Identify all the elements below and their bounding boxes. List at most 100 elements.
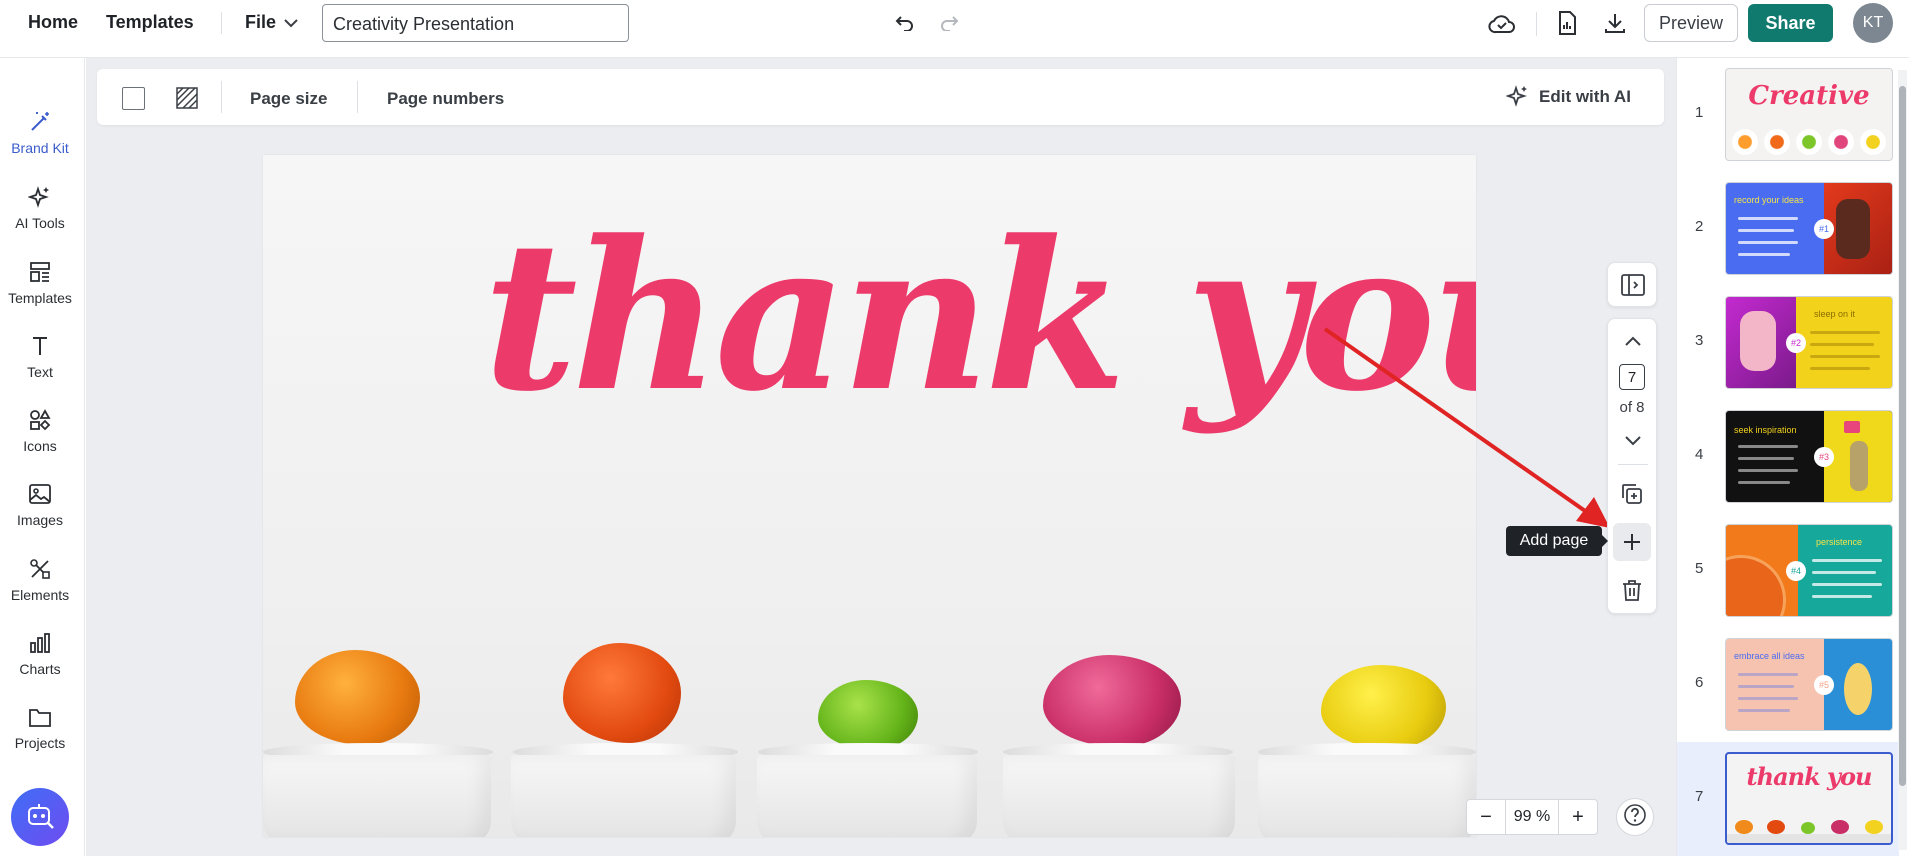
- thumbnail-number: 2: [1695, 218, 1704, 235]
- sidebar-item-label: Icons: [23, 438, 57, 454]
- edit-with-ai-button[interactable]: Edit with AI: [1539, 87, 1631, 107]
- text-icon: [28, 334, 52, 358]
- thumbnail-image: record your ideas #1: [1725, 182, 1893, 275]
- sidebar-item-label: Templates: [8, 290, 72, 306]
- thumbnail-badge: #4: [1786, 561, 1806, 581]
- orange-cactus: [295, 650, 420, 745]
- red-cactus: [563, 643, 681, 743]
- ai-assistant-button[interactable]: [11, 788, 69, 846]
- chevron-up-icon[interactable]: [1625, 333, 1641, 351]
- templates-link[interactable]: Templates: [106, 12, 194, 32]
- sidebar-item-label: Brand Kit: [11, 140, 69, 156]
- green-cactus: [818, 680, 918, 750]
- folder-icon: [28, 705, 52, 729]
- template-icon: [28, 260, 52, 284]
- scrollbar-thumb[interactable]: [1899, 86, 1906, 786]
- page-total-label: of 8: [1619, 399, 1645, 416]
- current-page-number[interactable]: 7: [1619, 364, 1645, 390]
- yellow-cactus: [1321, 665, 1446, 749]
- thumbnail-image: embrace all ideas #5: [1725, 638, 1893, 731]
- sidebar-item-brand-kit[interactable]: Brand Kit: [0, 110, 80, 156]
- thumbnail-text: thank you: [1746, 762, 1873, 791]
- sidebar-item-images[interactable]: Images: [0, 482, 80, 528]
- thumbnail-text: Creative: [1748, 81, 1870, 111]
- page-size-button[interactable]: Page size: [250, 89, 328, 109]
- divider: [357, 81, 358, 113]
- page-thumbnail-2[interactable]: 2 record your ideas #1: [1677, 172, 1899, 286]
- thumbnail-image: seek inspiration #3: [1725, 410, 1893, 503]
- thumbnail-number: 6: [1695, 674, 1704, 691]
- panel-toggle-icon: [1621, 274, 1645, 301]
- page-thumbnail-4[interactable]: 4 seek inspiration #3: [1677, 400, 1899, 514]
- file-stats-icon[interactable]: [1555, 10, 1579, 36]
- sparkles-icon: [27, 185, 52, 209]
- thumbnail-image: Creative: [1725, 68, 1893, 161]
- redo-icon[interactable]: [937, 11, 961, 35]
- thumbnail-badge: #2: [1786, 333, 1806, 353]
- toggle-panel-button[interactable]: [1607, 262, 1657, 307]
- preview-button[interactable]: Preview: [1644, 4, 1738, 42]
- help-button[interactable]: [1616, 798, 1654, 836]
- document-title-input[interactable]: Creativity Presentation: [322, 4, 629, 42]
- zoom-in-button[interactable]: +: [1559, 800, 1597, 834]
- chevron-down-icon[interactable]: [1625, 433, 1641, 451]
- chevron-down-icon[interactable]: [281, 13, 301, 33]
- page-thumbnail-5[interactable]: 5 persistence #4: [1677, 514, 1899, 628]
- sidebar-item-text[interactable]: Text: [0, 334, 80, 380]
- page-thumbnails-panel: 1 Creative 2 record your ideas #1 3 slee…: [1676, 58, 1909, 856]
- duplicate-page-icon[interactable]: [1621, 483, 1643, 510]
- white-pot: [1003, 755, 1235, 837]
- white-pot: [1258, 755, 1476, 837]
- zoom-value[interactable]: 99 %: [1505, 800, 1559, 834]
- trash-icon[interactable]: [1622, 579, 1642, 606]
- avatar[interactable]: KT: [1853, 3, 1893, 43]
- page-toolbar: Page size Page numbers Edit with AI: [97, 69, 1664, 125]
- sidebar-item-icons[interactable]: Icons: [0, 408, 80, 454]
- thumbnail-image: persistence #4: [1725, 524, 1893, 617]
- sidebar-item-templates[interactable]: Templates: [0, 260, 80, 306]
- page-thumbnail-1[interactable]: 1 Creative: [1677, 58, 1899, 172]
- image-icon: [28, 482, 52, 506]
- sidebar-item-elements[interactable]: Elements: [0, 557, 80, 603]
- sidebar-item-label: Elements: [10, 587, 70, 603]
- thumbnail-number: 3: [1695, 332, 1704, 349]
- page-thumbnail-6[interactable]: 6 embrace all ideas #5: [1677, 628, 1899, 742]
- sidebar-item-label: Projects: [14, 735, 66, 751]
- annotation-arrow: [1323, 327, 1610, 528]
- sidebar-item-ai-tools[interactable]: AI Tools: [0, 185, 80, 231]
- sidebar-item-charts[interactable]: Charts: [0, 631, 80, 677]
- page-thumbnail-3[interactable]: 3 sleep on it #2: [1677, 286, 1899, 400]
- page-numbers-button[interactable]: Page numbers: [387, 89, 504, 109]
- sparkles-icon: [1505, 84, 1530, 108]
- divider: [1618, 464, 1648, 465]
- thumbnail-text: persistence: [1816, 537, 1863, 547]
- download-icon[interactable]: [1602, 10, 1628, 36]
- zoom-out-button[interactable]: −: [1467, 800, 1505, 834]
- file-menu[interactable]: File: [245, 12, 276, 32]
- pattern-icon[interactable]: [175, 86, 199, 110]
- thumbnail-text: record your ideas: [1734, 195, 1804, 205]
- undo-icon[interactable]: [893, 11, 917, 35]
- cloud-save-icon[interactable]: [1488, 10, 1516, 36]
- white-pot: [511, 755, 736, 837]
- background-color-swatch[interactable]: [122, 87, 145, 110]
- divider: [1536, 12, 1537, 36]
- plus-icon: [1623, 533, 1641, 556]
- sidebar-item-projects[interactable]: Projects: [0, 705, 80, 751]
- thumbnail-number: 4: [1695, 446, 1704, 463]
- slide-canvas[interactable]: thank you: [263, 155, 1476, 837]
- divider: [221, 12, 222, 34]
- thumbnail-number: 5: [1695, 560, 1704, 577]
- thumbnail-image: sleep on it #2: [1725, 296, 1893, 389]
- sidebar-item-label: Text: [27, 364, 53, 380]
- share-button[interactable]: Share: [1748, 4, 1833, 42]
- thumbnail-text: embrace all ideas: [1734, 651, 1805, 661]
- page-navigator: of 8: [1607, 318, 1657, 614]
- home-link[interactable]: Home: [28, 12, 78, 32]
- divider: [221, 81, 222, 113]
- left-sidebar: Brand Kit AI Tools Templates Text Icons …: [0, 58, 85, 856]
- add-page-button[interactable]: [1613, 523, 1651, 561]
- page-thumbnail-7[interactable]: 7 thank you: [1677, 742, 1899, 856]
- white-pot: [263, 755, 491, 837]
- thumbnail-number: 1: [1695, 104, 1704, 121]
